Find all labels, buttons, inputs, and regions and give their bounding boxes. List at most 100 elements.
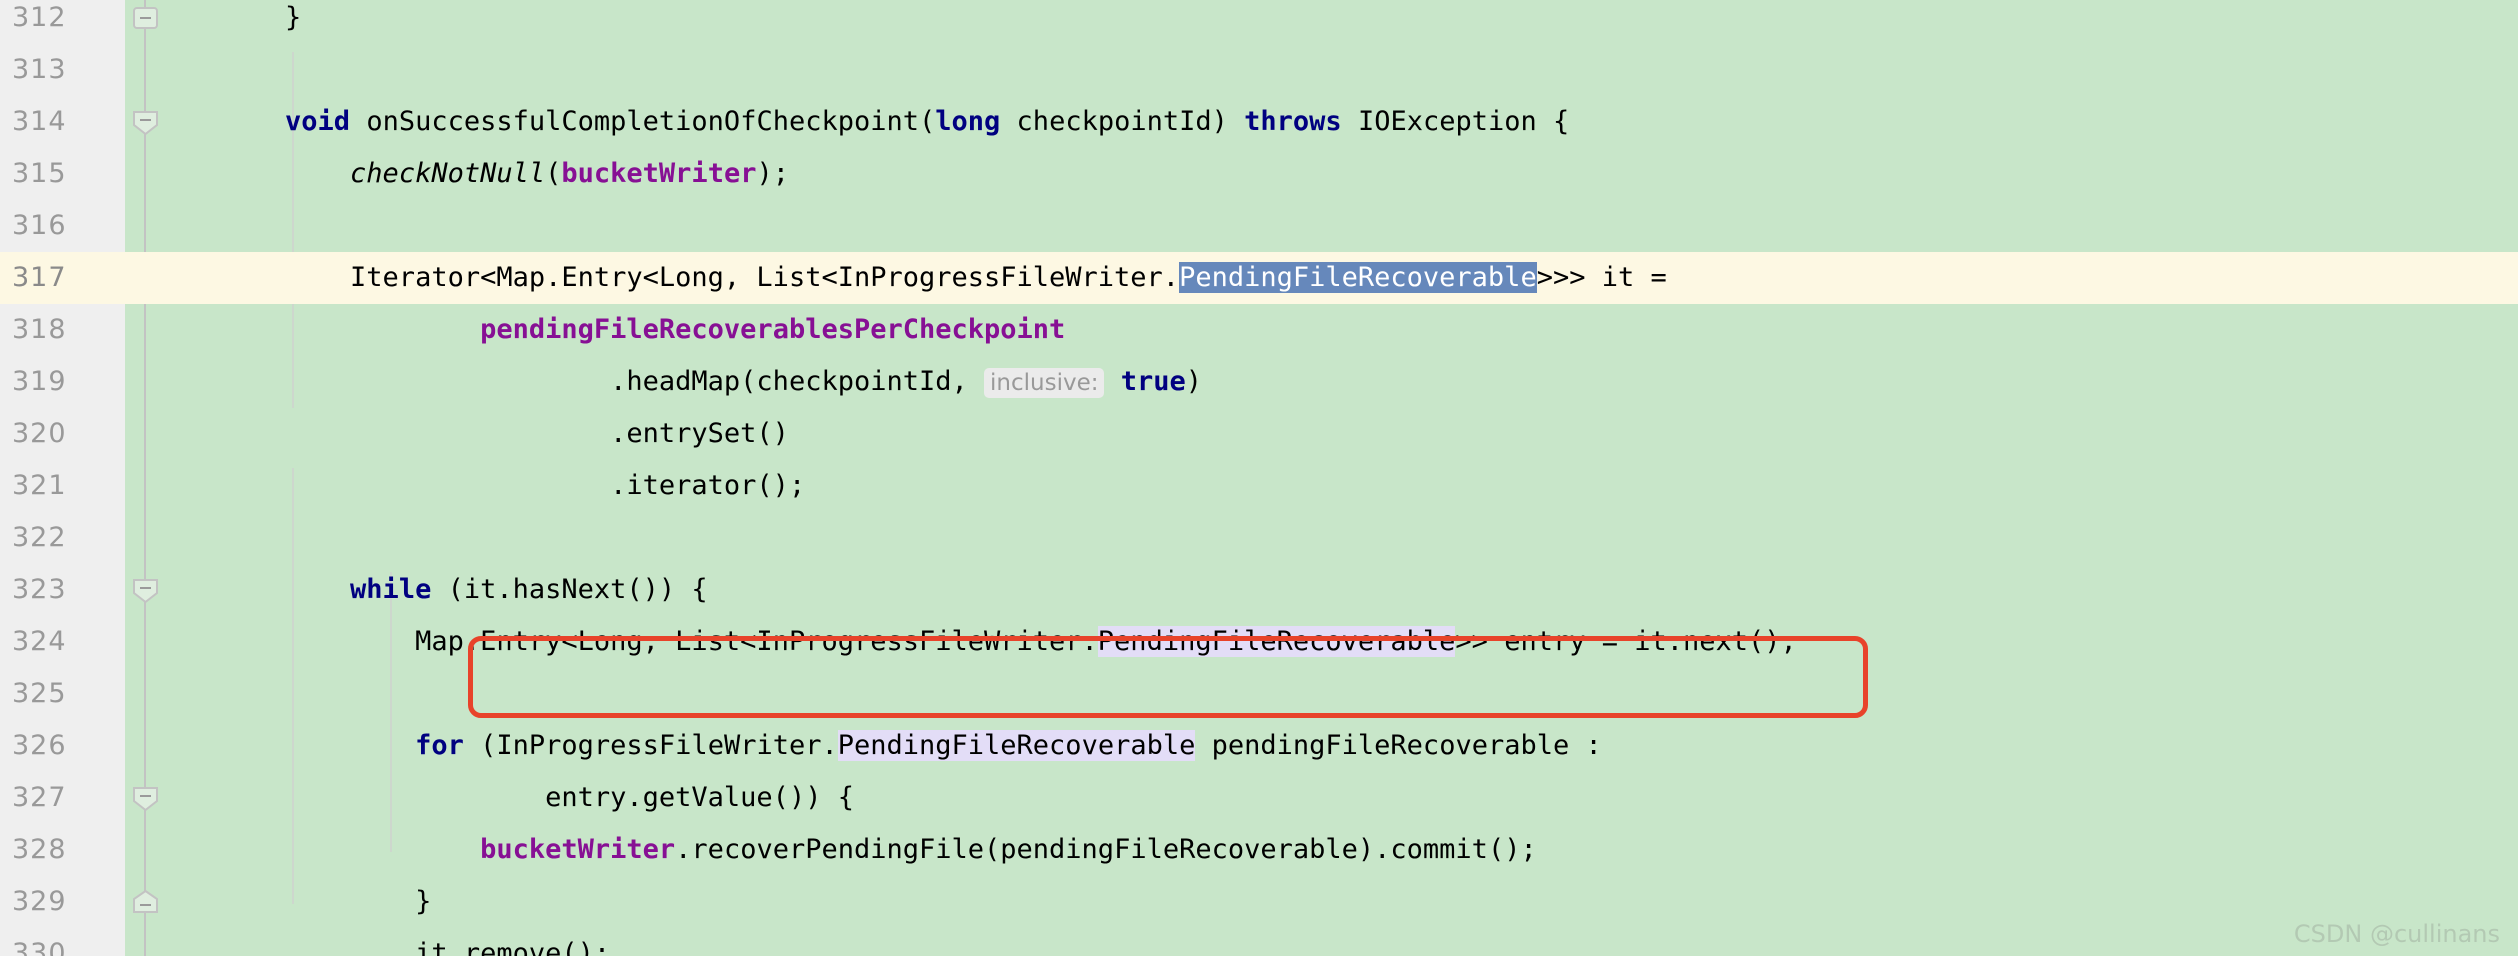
line-number: 317 — [12, 262, 67, 293]
line-number: 312 — [12, 2, 67, 33]
token-italic: checkNotNull — [350, 158, 546, 189]
token-plain: entry.getValue()) { — [220, 782, 854, 813]
token-plain: } — [220, 2, 302, 33]
fold-toggle-icon[interactable] — [132, 6, 159, 31]
line-code[interactable]: .iterator(); — [220, 460, 805, 512]
code-line-322[interactable]: 322 — [0, 512, 2518, 564]
code-line-314[interactable]: 314 void onSuccessfulCompletionOfCheckpo… — [0, 96, 2518, 148]
token-sel: PendingFileRecoverable — [1179, 262, 1537, 293]
token-kw: while — [350, 574, 432, 605]
code-line-312[interactable]: 312 } — [0, 0, 2518, 44]
token-plain: IOException { — [1341, 106, 1570, 137]
line-number: 326 — [12, 730, 67, 761]
code-line-319[interactable]: 319 .headMap(checkpointId, inclusive: tr… — [0, 356, 2518, 408]
code-line-323[interactable]: 323 while (it.hasNext()) { — [0, 564, 2518, 616]
token-plain: .entrySet() — [220, 418, 789, 449]
code-line-325[interactable]: 325 — [0, 668, 2518, 720]
code-line-318[interactable]: 318 pendingFileRecoverablesPerCheckpoint — [0, 304, 2518, 356]
line-number: 318 — [12, 314, 67, 345]
token-plain: .headMap(checkpointId, — [220, 366, 985, 397]
token-plain: Iterator<Map.Entry<Long, List<InProgress… — [220, 262, 1180, 293]
token-field: bucketWriter — [480, 834, 676, 865]
token-plain: (it.hasNext()) { — [431, 574, 708, 605]
line-code[interactable]: it.remove(); — [220, 928, 610, 956]
token-plain: it.remove(); — [220, 938, 611, 956]
watermark-text: CSDN @cullinans — [2293, 920, 2500, 948]
line-number: 322 — [12, 522, 67, 553]
line-number: 314 — [12, 106, 67, 137]
line-code[interactable]: checkNotNull(bucketWriter); — [220, 148, 789, 200]
code-rows[interactable]: 312 } 313 314 void onSuccessfulCompletionO… — [0, 0, 2518, 956]
token-plain: ) — [1185, 366, 1203, 397]
token-hint: inclusive: — [984, 368, 1105, 398]
token-plain: ); — [756, 158, 789, 189]
code-line-313[interactable]: 313 — [0, 44, 2518, 96]
code-line-321[interactable]: 321 .iterator(); — [0, 460, 2518, 512]
code-line-326[interactable]: 326 for (InProgressFileWriter.PendingFil… — [0, 720, 2518, 772]
line-code[interactable]: while (it.hasNext()) { — [220, 564, 708, 616]
token-plain: .recoverPendingFile(pendingFileRecoverab… — [675, 834, 1537, 865]
line-background — [0, 512, 2518, 564]
token-plain: (InProgressFileWriter. — [463, 730, 838, 761]
token-kw: for — [415, 730, 464, 761]
line-number: 320 — [12, 418, 67, 449]
line-background — [0, 0, 2518, 44]
line-background — [0, 44, 2518, 96]
code-line-316[interactable]: 316 — [0, 200, 2518, 252]
token-occ: PendingFileRecoverable — [837, 730, 1196, 761]
token-kw: throws — [1244, 106, 1342, 137]
token-plain: ( — [545, 158, 562, 189]
token-occ: PendingFileRecoverable — [1097, 626, 1456, 657]
code-line-328[interactable]: 328 bucketWriter.recoverPendingFile(pend… — [0, 824, 2518, 876]
line-code[interactable]: pendingFileRecoverablesPerCheckpoint — [220, 304, 1065, 356]
token-kw: long — [935, 106, 1001, 137]
token-plain: Map.Entry<Long, List<InProgressFileWrite… — [220, 626, 1098, 657]
token-plain: pendingFileRecoverable : — [1195, 730, 1602, 761]
fold-toggle-icon[interactable] — [132, 890, 159, 915]
line-code[interactable]: entry.getValue()) { — [220, 772, 854, 824]
token-plain: >> entry = it.next(); — [1455, 626, 1797, 657]
line-number: 321 — [12, 470, 67, 501]
fold-toggle-icon[interactable] — [132, 578, 159, 603]
token-plain: .iterator(); — [220, 470, 806, 501]
token-kw: true — [1120, 366, 1186, 397]
line-code[interactable]: } — [220, 876, 431, 928]
line-number: 329 — [12, 886, 67, 917]
line-background — [0, 200, 2518, 252]
line-code[interactable]: void onSuccessfulCompletionOfCheckpoint(… — [220, 96, 1569, 148]
token-plain: >>> it = — [1536, 262, 1667, 293]
code-line-324[interactable]: 324 Map.Entry<Long, List<InProgressFileW… — [0, 616, 2518, 668]
line-code[interactable]: } — [220, 0, 301, 44]
line-number: 315 — [12, 158, 67, 189]
code-line-317[interactable]: 317 Iterator<Map.Entry<Long, List<InProg… — [0, 252, 2518, 304]
line-number: 319 — [12, 366, 67, 397]
line-number: 327 — [12, 782, 67, 813]
code-editor[interactable]: 312 } 313 314 void onSuccessfulCompletionO… — [0, 0, 2518, 956]
line-code[interactable]: Iterator<Map.Entry<Long, List<InProgress… — [220, 252, 1667, 304]
line-code[interactable]: .headMap(checkpointId, inclusive: true) — [220, 356, 1202, 409]
token-field: pendingFileRecoverablesPerCheckpoint — [480, 314, 1066, 345]
line-code[interactable]: Map.Entry<Long, List<InProgressFileWrite… — [220, 616, 1797, 668]
line-number: 330 — [12, 938, 67, 956]
line-code[interactable]: .entrySet() — [220, 408, 789, 460]
line-code[interactable]: for (InProgressFileWriter.PendingFileRec… — [220, 720, 1602, 772]
code-line-327[interactable]: 327 entry.getValue()) { — [0, 772, 2518, 824]
line-code[interactable]: bucketWriter.recoverPendingFile(pendingF… — [220, 824, 1537, 876]
token-plain: checkpointId) — [1000, 106, 1245, 137]
code-line-315[interactable]: 315 checkNotNull(bucketWriter); — [0, 148, 2518, 200]
fold-toggle-icon[interactable] — [132, 786, 159, 811]
line-number: 323 — [12, 574, 67, 605]
code-line-330[interactable]: 330 it.remove(); — [0, 928, 2518, 956]
line-background — [0, 668, 2518, 720]
token-plain: } — [220, 886, 432, 917]
code-line-320[interactable]: 320 .entrySet() — [0, 408, 2518, 460]
code-line-329[interactable]: 329 } — [0, 876, 2518, 928]
fold-toggle-icon[interactable] — [132, 110, 159, 135]
